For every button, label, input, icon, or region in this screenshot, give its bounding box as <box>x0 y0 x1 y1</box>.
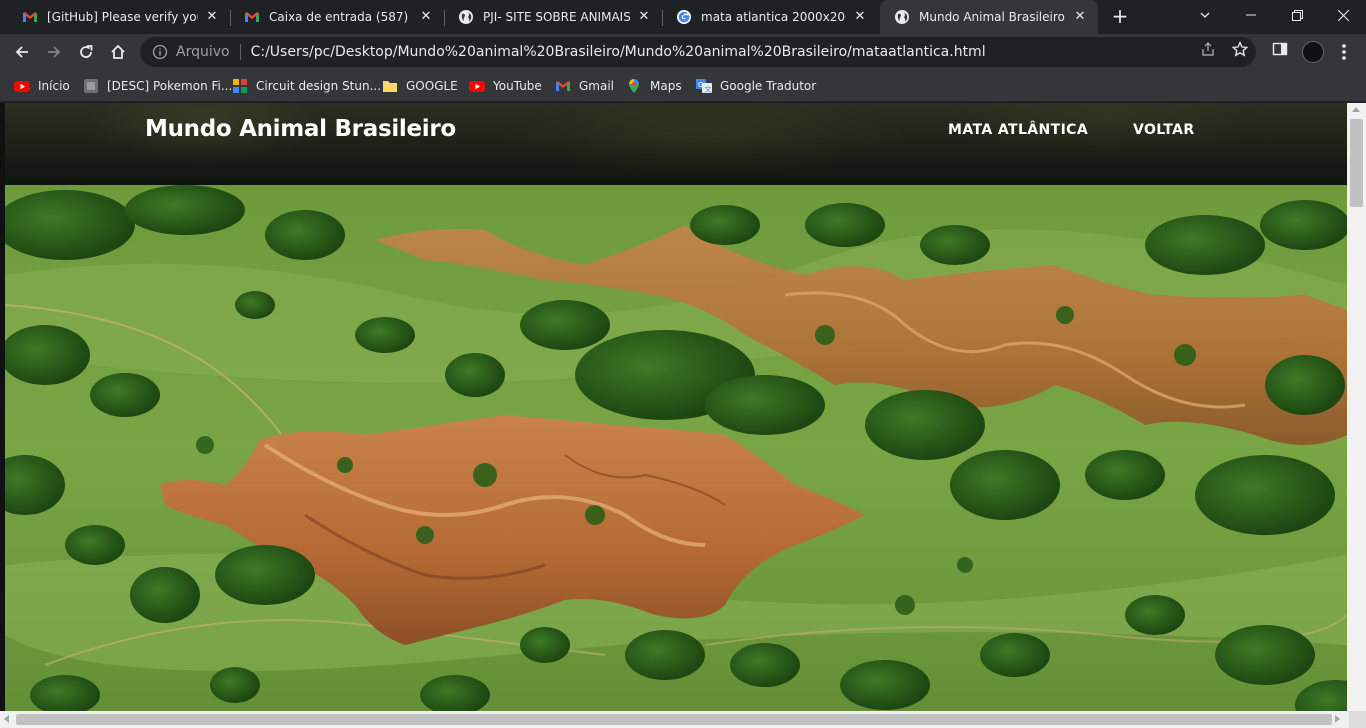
scroll-up-icon[interactable] <box>1352 107 1360 112</box>
profile-avatar[interactable] <box>1302 41 1324 63</box>
tab-inbox[interactable]: Caixa de entrada (587) - benjamin ✕ <box>230 0 444 34</box>
hero-image <box>5 185 1347 711</box>
bookmarks-bar: Início [DESC] Pokemon Fi... Circuit desi… <box>0 70 1366 102</box>
close-window-button[interactable] <box>1320 0 1366 30</box>
page-icon <box>84 79 98 93</box>
horizontal-scrollbar[interactable] <box>0 711 1366 728</box>
bookmark-label: Circuit design Stun... <box>256 79 382 93</box>
bookmark-label: Google Tradutor <box>720 79 817 93</box>
bookmark-maps[interactable]: Maps <box>626 76 682 96</box>
arrow-left-icon <box>15 46 28 58</box>
info-icon[interactable] <box>152 44 168 60</box>
home-icon <box>111 44 125 59</box>
share-icon[interactable] <box>1200 41 1216 57</box>
globe-icon <box>459 10 473 24</box>
gmail-icon <box>556 81 570 91</box>
site-brand[interactable]: Mundo Animal Brasileiro <box>145 116 456 142</box>
nav-link-mata-atlantica[interactable]: MATA ATLÂNTICA <box>948 122 1088 138</box>
close-icon[interactable]: ✕ <box>418 9 434 25</box>
close-icon[interactable]: ✕ <box>1072 9 1088 25</box>
translate-icon: G文 <box>696 79 712 94</box>
bookmark-label: [DESC] Pokemon Fi... <box>107 79 233 93</box>
tab-strip: [GitHub] Please verify your device ✕ Cai… <box>0 0 1366 34</box>
scroll-left-icon[interactable] <box>4 715 9 723</box>
web-page: Mundo Animal Brasileiro MATA ATLÂNTICA V… <box>5 103 1347 711</box>
tab-title: PJI- SITE SOBRE ANIMAIS-2022 <box>483 10 630 24</box>
gmail-icon <box>245 12 259 22</box>
google-icon <box>677 10 691 24</box>
minimize-icon <box>1246 14 1256 16</box>
minimize-button[interactable] <box>1228 0 1274 30</box>
svg-text:G: G <box>698 81 703 89</box>
vertical-scrollbar[interactable] <box>1347 103 1366 711</box>
reload-icon <box>80 45 93 58</box>
bookmark-pokemon[interactable]: [DESC] Pokemon Fi... <box>83 76 232 96</box>
bookmark-label: Início <box>38 79 70 93</box>
scrollbar-thumb[interactable] <box>16 714 1332 725</box>
site-header: Mundo Animal Brasileiro MATA ATLÂNTICA V… <box>5 103 1347 185</box>
nav-link-voltar[interactable]: VOLTAR <box>1133 122 1195 138</box>
star-icon[interactable] <box>1232 41 1248 57</box>
tab-title: Caixa de entrada (587) - benjamin <box>269 10 412 24</box>
maps-pin-icon <box>629 79 639 93</box>
bookmark-inicio[interactable]: Início <box>14 76 70 96</box>
restore-icon <box>1291 9 1303 21</box>
tab-title: mata atlantica 2000x2000 - Pesquisa <box>701 10 846 24</box>
arrow-right-icon <box>48 46 61 58</box>
bookmark-label: GOOGLE <box>406 79 458 93</box>
bookmark-google-tradutor[interactable]: G文 Google Tradutor <box>696 76 816 96</box>
tab-search-button[interactable] <box>1182 0 1228 30</box>
reload-button[interactable] <box>72 38 100 66</box>
back-button[interactable] <box>8 38 36 66</box>
chevron-down-icon <box>1200 12 1210 18</box>
tab-mundo-animal[interactable]: Mundo Animal Brasileiro ✕ <box>880 0 1098 34</box>
grid-icon <box>233 79 247 93</box>
bookmark-label: Maps <box>650 79 682 93</box>
browser-toolbar: Arquivo C:/Users/pc/Desktop/Mundo%20anim… <box>0 34 1366 70</box>
youtube-icon <box>469 81 485 92</box>
bookmark-folder-google[interactable]: GOOGLE <box>382 76 458 96</box>
close-icon[interactable]: ✕ <box>852 9 868 25</box>
close-icon[interactable]: ✕ <box>636 9 652 25</box>
youtube-icon <box>14 81 30 92</box>
bookmark-label: Gmail <box>579 79 615 93</box>
bookmark-circuit-design[interactable]: Circuit design Stun... <box>232 76 381 96</box>
folder-icon <box>383 81 397 92</box>
svg-text:文: 文 <box>705 85 712 94</box>
scrollbar-thumb[interactable] <box>1350 119 1363 207</box>
tab-title: [GitHub] Please verify your device <box>47 10 198 24</box>
address-scheme-label: Arquivo <box>176 44 230 60</box>
tab-github-verify[interactable]: [GitHub] Please verify your device ✕ <box>8 0 230 34</box>
bookmark-label: YouTube <box>493 79 542 93</box>
tab-google-search[interactable]: mata atlantica 2000x2000 - Pesquisa ✕ <box>662 0 878 34</box>
home-button[interactable] <box>104 38 132 66</box>
tab-pji-site[interactable]: PJI- SITE SOBRE ANIMAIS-2022 ✕ <box>444 0 662 34</box>
address-bar[interactable]: Arquivo C:/Users/pc/Desktop/Mundo%20anim… <box>140 37 1256 67</box>
close-icon[interactable]: ✕ <box>204 9 220 25</box>
tab-title: Mundo Animal Brasileiro <box>919 10 1065 24</box>
scroll-right-icon[interactable] <box>1335 715 1340 723</box>
globe-icon <box>895 10 909 24</box>
close-icon <box>1337 9 1349 21</box>
restore-button[interactable] <box>1274 0 1320 30</box>
address-divider <box>239 44 241 60</box>
page-viewport: Mundo Animal Brasileiro MATA ATLÂNTICA V… <box>0 103 1366 728</box>
gmail-icon <box>23 12 37 22</box>
kebab-menu-icon[interactable] <box>1336 42 1352 62</box>
scrollbar-corner <box>1349 711 1366 728</box>
new-tab-button[interactable]: + <box>1108 5 1132 29</box>
bookmark-gmail[interactable]: Gmail <box>555 76 614 96</box>
bookmark-youtube[interactable]: YouTube <box>469 76 542 96</box>
side-panel-icon[interactable] <box>1272 41 1288 57</box>
address-url[interactable]: C:/Users/pc/Desktop/Mundo%20animal%20Bra… <box>251 44 986 60</box>
forward-button[interactable] <box>40 38 68 66</box>
